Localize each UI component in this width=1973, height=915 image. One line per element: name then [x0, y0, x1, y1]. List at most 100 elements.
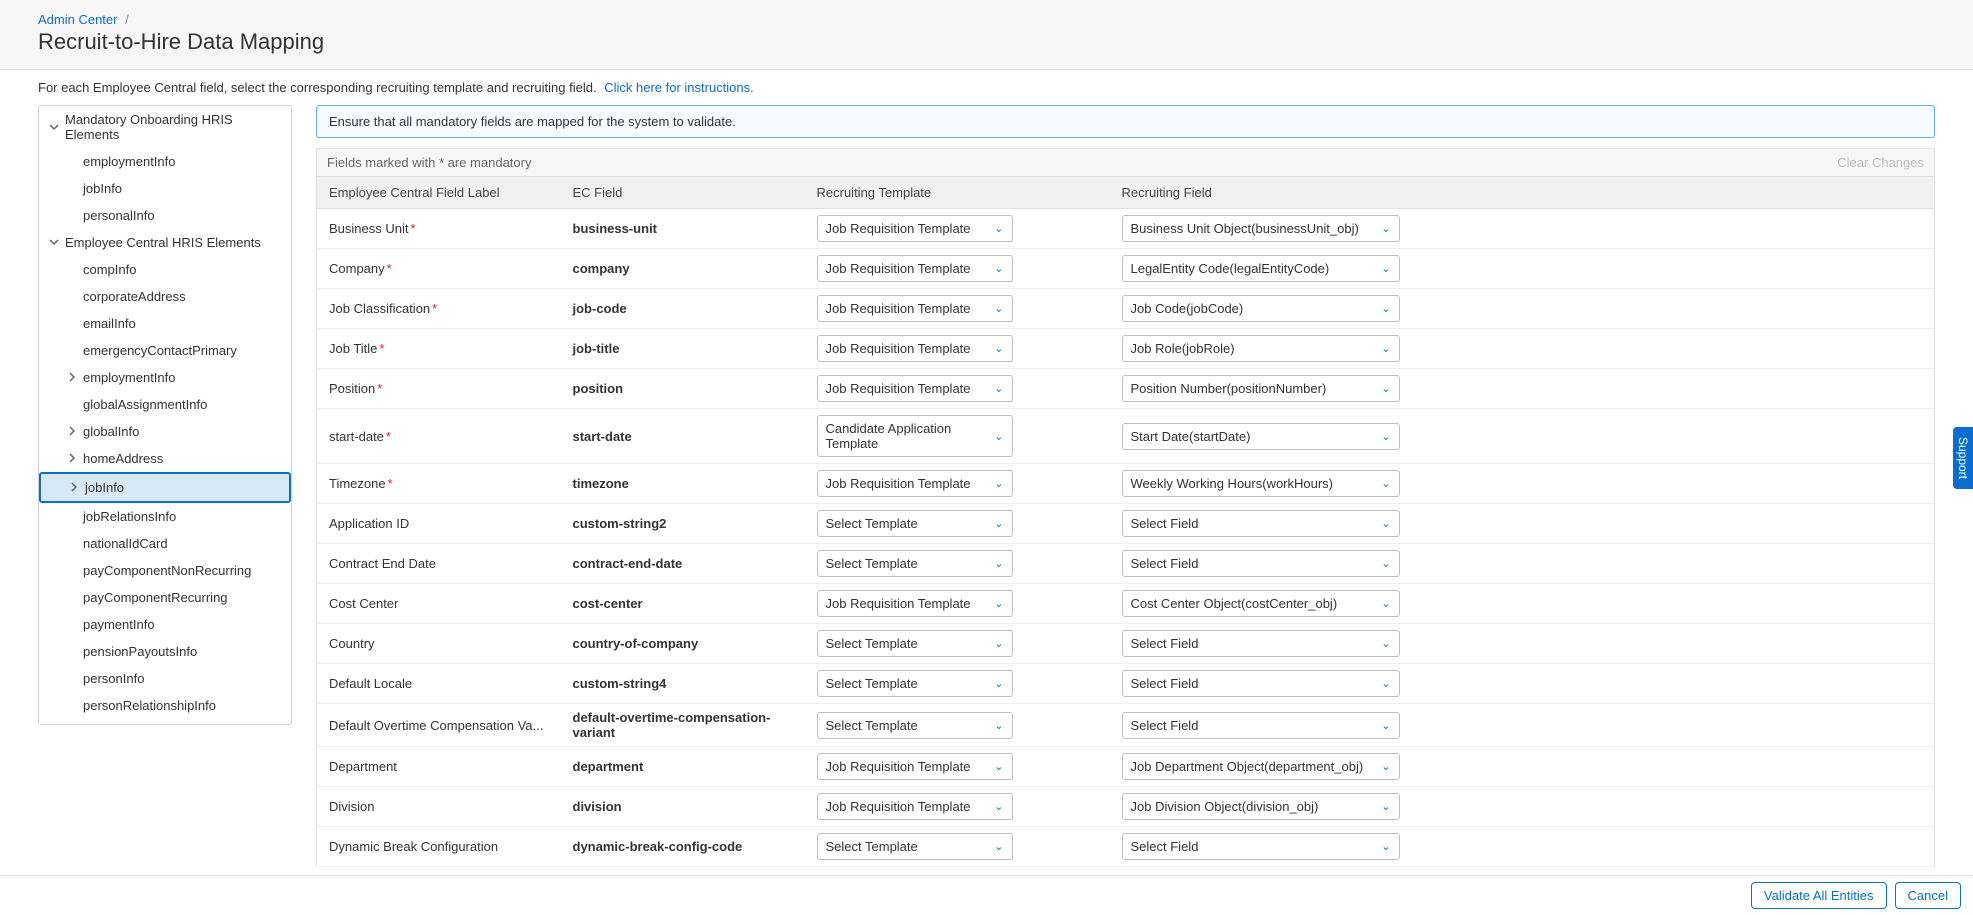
- recruiting-template-dropdown[interactable]: Job Requisition Template⌄: [817, 255, 1013, 282]
- tree-item-corporateAddress[interactable]: corporateAddress: [39, 283, 291, 310]
- tree-group-header[interactable]: Employee Central HRIS Elements: [39, 229, 291, 256]
- recruiting-field-dropdown[interactable]: Weekly Working Hours(workHours)⌄: [1122, 470, 1400, 497]
- validate-all-button[interactable]: Validate All Entities: [1751, 882, 1887, 909]
- chevron-down-icon: ⌄: [1381, 677, 1390, 690]
- recruiting-field-dropdown[interactable]: Select Field ⌄: [1122, 670, 1400, 697]
- tree-item-employmentInfo[interactable]: employmentInfo: [39, 364, 291, 391]
- recruiting-field-dropdown[interactable]: Position Number(positionNumber)⌄: [1122, 375, 1400, 402]
- recruiting-template-dropdown[interactable]: Job Requisition Template⌄: [817, 753, 1013, 780]
- cell-label: Country: [317, 624, 561, 664]
- tree-item-jobRelationsInfo[interactable]: jobRelationsInfo: [39, 503, 291, 530]
- chevron-down-icon: ⌄: [1381, 719, 1390, 732]
- tree-item-personalInfo[interactable]: personalInfo: [39, 202, 291, 229]
- recruiting-field-dropdown[interactable]: Job Code(jobCode)⌄: [1122, 295, 1400, 322]
- tree-item-jobInfo[interactable]: jobInfo: [39, 472, 291, 503]
- page-header: Admin Center / Recruit-to-Hire Data Mapp…: [0, 0, 1973, 70]
- recruiting-template-dropdown[interactable]: Select Template⌄: [817, 630, 1013, 657]
- cell-ecfield: division: [561, 787, 805, 827]
- recruiting-field-dropdown[interactable]: Business Unit Object(businessUnit_obj)⌄: [1122, 215, 1400, 242]
- chevron-down-icon: ⌄: [1381, 382, 1390, 395]
- recruiting-field-dropdown[interactable]: Select Field⌄: [1122, 712, 1400, 739]
- recruiting-field-dropdown[interactable]: Start Date(startDate)⌄: [1122, 423, 1400, 450]
- recruiting-template-dropdown[interactable]: Select Template⌄: [817, 550, 1013, 577]
- breadcrumb-root[interactable]: Admin Center: [38, 12, 117, 27]
- recruiting-template-dropdown[interactable]: Job Requisition Template⌄: [817, 295, 1013, 322]
- recruiting-field-dropdown[interactable]: Select Field⌄: [1122, 630, 1400, 657]
- main-panel: Ensure that all mandatory fields are map…: [316, 105, 1935, 867]
- chevron-down-icon: ⌄: [994, 342, 1003, 355]
- chevron-right-icon: [69, 480, 79, 495]
- recruiting-template-dropdown[interactable]: Job Requisition Template⌄: [817, 375, 1013, 402]
- cell-ecfield: position: [561, 369, 805, 409]
- recruiting-field-dropdown[interactable]: LegalEntity Code(legalEntityCode)⌄: [1122, 255, 1400, 282]
- recruiting-template-dropdown[interactable]: Candidate Application Template⌄: [817, 415, 1013, 457]
- recruiting-template-dropdown[interactable]: Job Requisition Template⌄: [817, 215, 1013, 242]
- recruiting-template-dropdown[interactable]: Job Requisition Template⌄: [817, 470, 1013, 497]
- cancel-button[interactable]: Cancel: [1895, 882, 1961, 909]
- mapping-table: Employee Central Field Label EC Field Re…: [316, 176, 1935, 867]
- cell-ecfield: job-code: [561, 289, 805, 329]
- recruiting-template-dropdown[interactable]: Select Template⌄: [817, 712, 1013, 739]
- recruiting-field-dropdown[interactable]: Select Field⌄: [1122, 833, 1400, 860]
- cell-ecfield: default-overtime-compensation-variant: [561, 704, 805, 747]
- cell-label: Business Unit*: [317, 209, 561, 249]
- cell-ecfield: department: [561, 747, 805, 787]
- tree-item-pensionPayoutsInfo[interactable]: pensionPayoutsInfo: [39, 638, 291, 665]
- dropdown-value: Job Department Object(department_obj): [1131, 759, 1364, 774]
- tree-group-label: Mandatory Onboarding HRIS Elements: [65, 112, 281, 142]
- recruiting-template-dropdown[interactable]: Job Requisition Template⌄: [817, 335, 1013, 362]
- chevron-down-icon: ⌄: [994, 430, 1003, 443]
- table-row: Countrycountry-of-companySelect Template…: [317, 624, 1935, 664]
- actions-row: Fields marked with * are mandatory Clear…: [316, 148, 1935, 176]
- recruiting-field-dropdown[interactable]: Job Division Object(division_obj)⌄: [1122, 793, 1400, 820]
- recruiting-template-dropdown[interactable]: Select Template⌄: [817, 670, 1013, 697]
- tree-item-personRelationshipInfo[interactable]: personRelationshipInfo: [39, 692, 291, 719]
- sidebar-tree[interactable]: Mandatory Onboarding HRIS Elements employ…: [38, 105, 292, 725]
- dropdown-value: Job Division Object(division_obj): [1131, 799, 1319, 814]
- dropdown-value: Select Field: [1131, 556, 1199, 571]
- tree-item-personalInfo[interactable]: personalInfo: [39, 719, 291, 725]
- recruiting-template-dropdown[interactable]: Select Template⌄: [817, 510, 1013, 537]
- dropdown-value: Job Role(jobRole): [1131, 341, 1235, 356]
- recruiting-template-dropdown[interactable]: Job Requisition Template⌄: [817, 793, 1013, 820]
- recruiting-field-dropdown[interactable]: Select Field⌄: [1122, 550, 1400, 577]
- chevron-right-icon: [67, 424, 77, 439]
- dropdown-value: Select Field: [1131, 676, 1199, 691]
- subhead-text: For each Employee Central field, select …: [38, 80, 597, 95]
- tree-item-label: nationalIdCard: [83, 536, 168, 551]
- tree-item-employmentInfo[interactable]: employmentInfo: [39, 148, 291, 175]
- tree-item-emergencyContactPrimary[interactable]: emergencyContactPrimary: [39, 337, 291, 364]
- recruiting-template-dropdown[interactable]: Job Requisition Template⌄: [817, 590, 1013, 617]
- tree-item-globalInfo[interactable]: globalInfo: [39, 418, 291, 445]
- tree-item-nationalIdCard[interactable]: nationalIdCard: [39, 530, 291, 557]
- cell-label: Division: [317, 787, 561, 827]
- dropdown-value: Weekly Working Hours(workHours): [1131, 476, 1334, 491]
- cell-ecfield: start-date: [561, 409, 805, 464]
- recruiting-field-dropdown[interactable]: Job Role(jobRole)⌄: [1122, 335, 1400, 362]
- tree-item-jobInfo[interactable]: jobInfo: [39, 175, 291, 202]
- table-row: Job Title*job-titleJob Requisition Templ…: [317, 329, 1935, 369]
- chevron-down-icon: [49, 235, 59, 250]
- tree-item-globalAssignmentInfo[interactable]: globalAssignmentInfo: [39, 391, 291, 418]
- tree-item-paymentInfo[interactable]: paymentInfo: [39, 611, 291, 638]
- tree-item-label: employmentInfo: [83, 370, 176, 385]
- chevron-down-icon: ⌄: [994, 262, 1003, 275]
- tree-group-header[interactable]: Mandatory Onboarding HRIS Elements: [39, 106, 291, 148]
- support-tab[interactable]: Support: [1953, 426, 1973, 488]
- tree-item-payComponentNonRecurring[interactable]: payComponentNonRecurring: [39, 557, 291, 584]
- clear-changes-link[interactable]: Clear Changes: [1837, 155, 1924, 170]
- tree-item-personInfo[interactable]: personInfo: [39, 665, 291, 692]
- chevron-down-icon: ⌄: [994, 302, 1003, 315]
- recruiting-field-dropdown[interactable]: Select Field⌄: [1122, 510, 1400, 537]
- instructions-link[interactable]: Click here for instructions.: [604, 80, 754, 95]
- tree-item-payComponentRecurring[interactable]: payComponentRecurring: [39, 584, 291, 611]
- tree-item-emailInfo[interactable]: emailInfo: [39, 310, 291, 337]
- dropdown-value: Select Template: [826, 839, 918, 854]
- recruiting-template-dropdown[interactable]: Select Template⌄: [817, 833, 1013, 860]
- required-indicator: *: [388, 476, 393, 491]
- tree-item-homeAddress[interactable]: homeAddress: [39, 445, 291, 472]
- recruiting-field-dropdown[interactable]: Job Department Object(department_obj)⌄: [1122, 753, 1400, 780]
- recruiting-field-dropdown[interactable]: Cost Center Object(costCenter_obj)⌄: [1122, 590, 1400, 617]
- tree-item-label: corporateAddress: [83, 289, 186, 304]
- tree-item-compInfo[interactable]: compInfo: [39, 256, 291, 283]
